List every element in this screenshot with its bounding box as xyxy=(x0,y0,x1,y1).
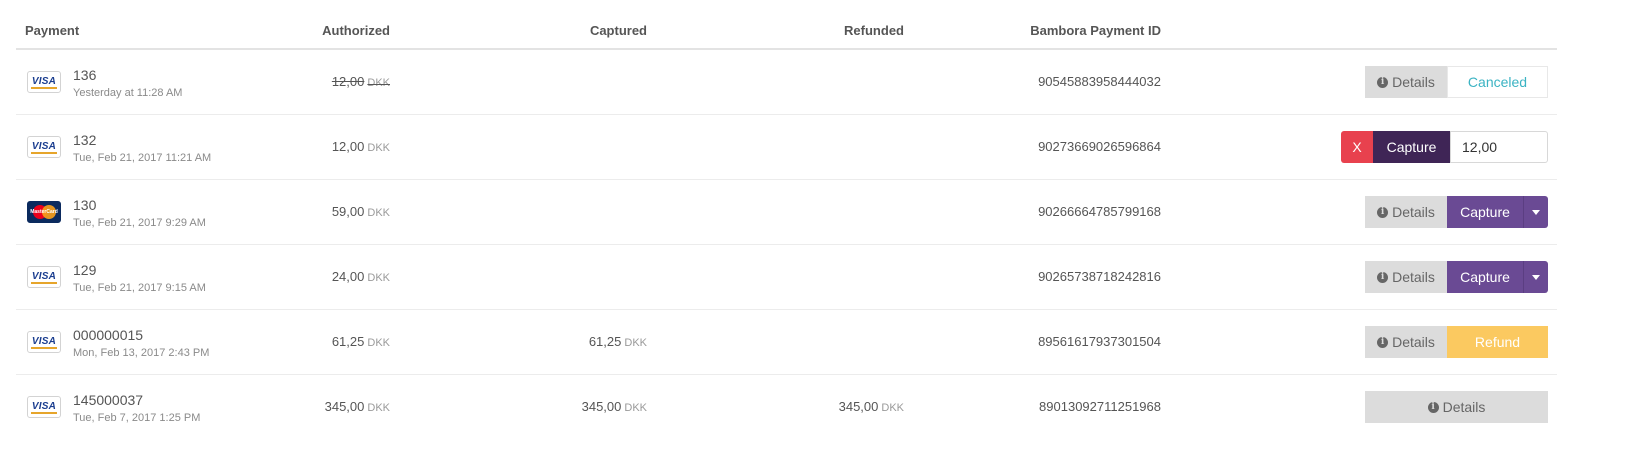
order-date: Tue, Feb 21, 2017 9:15 AM xyxy=(73,282,206,294)
payment-id: 90265738718242816 xyxy=(1038,269,1161,284)
capture-button[interactable]: Capture xyxy=(1447,261,1523,293)
authorized-amount: 59,00 DKK xyxy=(331,204,390,219)
details-button[interactable]: i Details xyxy=(1365,196,1447,228)
cancel-capture-button[interactable]: X xyxy=(1341,131,1373,163)
mastercard-icon: MasterCard xyxy=(27,201,61,223)
table-header: Payment Authorized Captured Refunded Bam… xyxy=(16,14,1557,50)
order-date: Tue, Feb 7, 2017 1:25 PM xyxy=(73,412,201,424)
info-icon: i xyxy=(1377,336,1389,348)
table-row: VISA 129 Tue, Feb 21, 2017 9:15 AM 24,00… xyxy=(16,245,1557,310)
captured-amount: 345,00 DKK xyxy=(581,399,647,414)
caret-down-icon xyxy=(1532,274,1540,280)
payment-id: 90545883958444032 xyxy=(1038,74,1161,89)
details-button[interactable]: i Details xyxy=(1365,261,1447,293)
visa-card-icon: VISA xyxy=(27,71,61,93)
authorized-amount: 345,00 DKK xyxy=(324,399,390,414)
order-date: Tue, Feb 21, 2017 9:29 AM xyxy=(73,217,206,229)
info-icon: i xyxy=(1377,271,1389,283)
table-row: VISA 132 Tue, Feb 21, 2017 11:21 AM 12,0… xyxy=(16,115,1557,180)
order-number: 129 xyxy=(73,262,97,278)
visa-card-icon: VISA xyxy=(27,136,61,158)
refunded-amount: 345,00 DKK xyxy=(838,399,904,414)
authorized-amount: 12,00 DKK xyxy=(331,74,390,89)
payment-id: 90273669026596864 xyxy=(1038,139,1161,154)
details-button[interactable]: i Details xyxy=(1365,66,1447,98)
capture-button[interactable]: Capture xyxy=(1373,131,1450,163)
info-icon: i xyxy=(1377,206,1389,218)
visa-card-icon: VISA xyxy=(27,396,61,418)
info-icon: i xyxy=(1427,401,1439,413)
column-header-authorized: Authorized xyxy=(322,23,390,38)
order-date: Yesterday at 11:28 AM xyxy=(73,87,183,99)
capture-button[interactable]: Capture xyxy=(1447,196,1523,228)
table-row: VISA 000000015 Mon, Feb 13, 2017 2:43 PM… xyxy=(16,310,1557,375)
details-button[interactable]: i Details xyxy=(1365,391,1548,423)
column-header-captured: Captured xyxy=(589,23,647,38)
column-header-payment: Payment xyxy=(25,23,80,38)
visa-card-icon: VISA xyxy=(27,331,61,353)
authorized-amount: 24,00 DKK xyxy=(331,269,390,284)
order-number: 136 xyxy=(73,67,97,83)
order-number: 132 xyxy=(73,132,97,148)
order-date: Mon, Feb 13, 2017 2:43 PM xyxy=(73,347,210,359)
capture-dropdown-toggle[interactable] xyxy=(1523,261,1548,293)
order-number: 000000015 xyxy=(73,327,144,343)
capture-dropdown-toggle[interactable] xyxy=(1523,196,1548,228)
order-number: 145000037 xyxy=(73,392,144,408)
table-row: MasterCard 130 Tue, Feb 21, 2017 9:29 AM… xyxy=(16,180,1557,245)
visa-card-icon: VISA xyxy=(27,266,61,288)
order-date: Tue, Feb 21, 2017 11:21 AM xyxy=(73,152,212,164)
column-header-refunded: Refunded xyxy=(844,23,904,38)
table-row: VISA 136 Yesterday at 11:28 AM 12,00 DKK … xyxy=(16,50,1557,115)
capture-amount-input[interactable] xyxy=(1450,131,1548,163)
column-header-payment-id: Bambora Payment ID xyxy=(1030,23,1161,38)
payment-id: 89013092711251968 xyxy=(1039,399,1161,414)
payments-table: Payment Authorized Captured Refunded Bam… xyxy=(0,0,1630,452)
payment-id: 89561617937301504 xyxy=(1038,334,1161,349)
table-row: VISA 145000037 Tue, Feb 7, 2017 1:25 PM … xyxy=(16,375,1557,439)
payment-id: 90266664785799168 xyxy=(1038,204,1161,219)
authorized-amount: 61,25 DKK xyxy=(331,334,390,349)
order-number: 130 xyxy=(73,197,97,213)
details-button[interactable]: i Details xyxy=(1365,326,1447,358)
canceled-status: Canceled xyxy=(1447,66,1548,98)
authorized-amount: 12,00 DKK xyxy=(331,139,390,154)
refund-button[interactable]: Refund xyxy=(1447,326,1548,358)
captured-amount: 61,25 DKK xyxy=(588,334,647,349)
info-icon: i xyxy=(1377,76,1389,88)
caret-down-icon xyxy=(1532,209,1540,215)
